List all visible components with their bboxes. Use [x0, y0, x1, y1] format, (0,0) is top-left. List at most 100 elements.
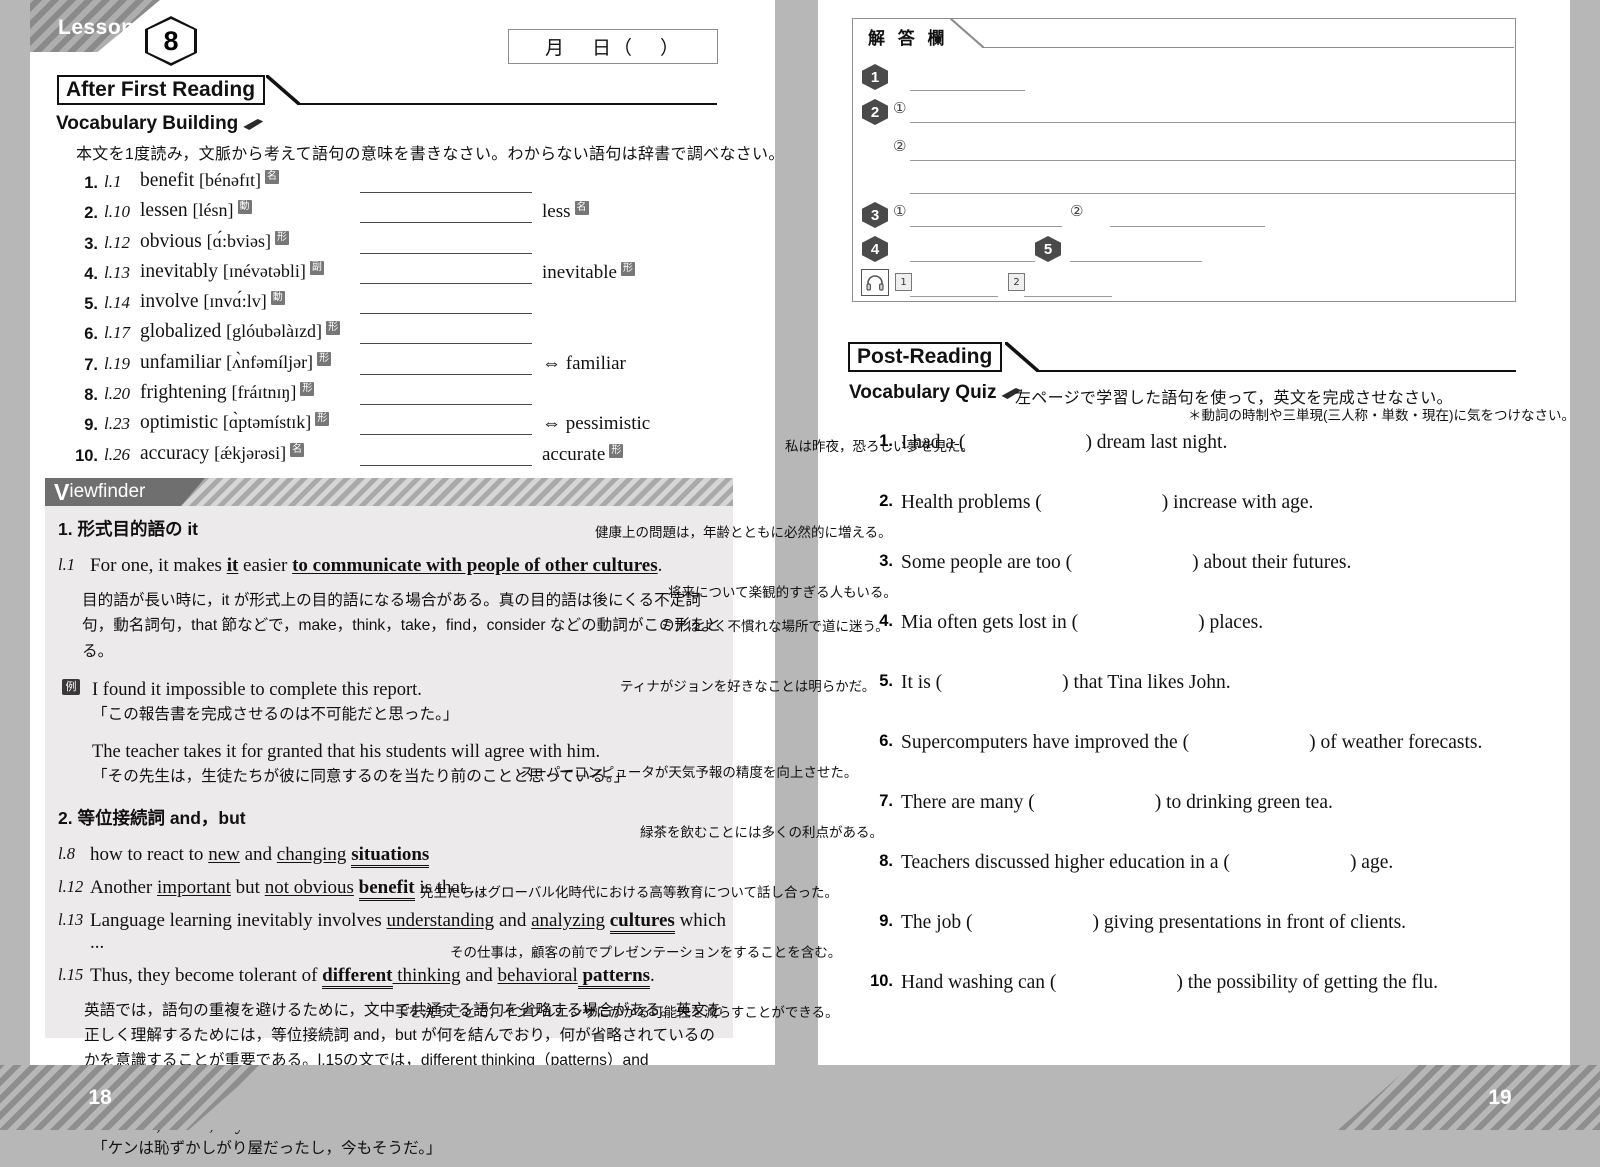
l13-pre: Language learning inevitably involves: [90, 909, 387, 931]
vocabulary-answer-blank[interactable]: [360, 222, 532, 224]
vocabulary-row-extra: ⇔ pessimistic: [542, 413, 650, 435]
sentence-post: ) giving presentations in front of clien…: [1092, 912, 1407, 933]
vocabulary-row-line-ref: l.19: [104, 353, 130, 373]
quiz-row-sentence[interactable]: Health problems () increase with age.: [901, 492, 1313, 514]
listening-line-2[interactable]: [1024, 296, 1112, 297]
word-ipa: [ɪnvɑ́:lv]: [203, 291, 267, 312]
grammar-2-line-8: l.8 how to react to new and changing situ…: [58, 843, 726, 868]
listening-line-1[interactable]: [910, 296, 998, 297]
vocabulary-quiz-label: Vocabulary Quiz: [849, 382, 997, 403]
quiz-row-number: 9.: [879, 912, 893, 930]
grammar-point-1-example-sentence: l.1 For one, it makes it easier to commun…: [58, 555, 726, 577]
answer-line-4[interactable]: [910, 261, 1035, 262]
vocabulary-row-line-ref: l.1: [104, 172, 122, 191]
word-ipa: [fráɪtnɪŋ]: [231, 382, 297, 403]
vocabulary-answer-blank[interactable]: [360, 464, 532, 466]
word-text: inevitably: [140, 260, 218, 282]
vocabulary-building-title: Vocabulary Building: [56, 113, 264, 135]
quiz-row-translation: 先生たちはグローバル化時代における高等教育について話し合った。: [420, 885, 838, 900]
sentence-pre: Hand washing can (: [901, 972, 1057, 993]
quiz-row-sentence[interactable]: Hand washing can ( ) the possibility of g…: [901, 972, 1438, 994]
date-field[interactable]: 月 日（ ）: [508, 29, 718, 64]
part-of-speech-badge: 名: [290, 442, 305, 457]
vocabulary-row-word: globalized [glóubəlàɪzd] 形: [140, 321, 341, 343]
vocabulary-answer-blank[interactable]: [360, 373, 532, 375]
vocabulary-row-line-ref: l.13: [104, 262, 130, 282]
vocabulary-row-line-ref: l.14: [104, 293, 130, 313]
part-of-speech-badge: 形: [315, 412, 330, 427]
quiz-row-translation: ミアはよく不慣れな場所で道に迷う。: [660, 619, 889, 634]
vocabulary-list: 1. l.1 benefit [bénəfɪt] 名 2. l.10 lessen [lés…: [72, 170, 692, 473]
vocabulary-answer-blank[interactable]: [360, 343, 532, 345]
word-text: obvious: [140, 230, 202, 252]
answer-sheet-tab-rule: [982, 46, 1514, 48]
answer-line-2-2b[interactable]: [910, 193, 1515, 194]
answer-line-2-1[interactable]: [910, 122, 1515, 123]
quiz-row-sentence[interactable]: It is () that Tina likes John.: [901, 672, 1231, 694]
vocabulary-quiz-list: 1. I had a () dream last night. 私は昨夜，恐ろしい夢…: [395, 432, 1515, 1032]
quiz-row-sentence[interactable]: The job () giving presentations in front…: [901, 912, 1406, 934]
banner-slant: [1005, 342, 1039, 372]
banner-rule: [300, 103, 717, 105]
quiz-row-sentence[interactable]: Mia often gets lost in () places.: [901, 612, 1263, 634]
vocabulary-row: 7. l.19 unfamiliar [ʌ̀nfəmíljər] 形 ⇔ familia…: [72, 351, 692, 382]
vocabulary-row: 5. l.14 involve [ɪnvɑ́:lv] 動: [72, 291, 692, 321]
vocabulary-row-line-ref: l.26: [104, 444, 130, 464]
vocabulary-row-line-ref: l.17: [104, 323, 130, 343]
answer-line-3-2[interactable]: [1110, 226, 1265, 227]
vocabulary-answer-blank[interactable]: [360, 404, 532, 406]
vocabulary-answer-blank[interactable]: [360, 252, 532, 254]
extra-part-of-speech-badge: 形: [609, 443, 624, 458]
grammar-2-line-15: l.15 Thus, they become tolerant of differ…: [58, 964, 726, 989]
extra-text: accurate: [542, 443, 606, 465]
l12-bold: benefit: [358, 876, 415, 901]
l15-bold2: patterns: [577, 964, 651, 989]
vocabulary-row: 8. l.20 frightening [fráɪtnɪŋ] 形: [72, 382, 692, 412]
l12-pre: Another: [90, 876, 158, 898]
vocabulary-row-number: 10.: [75, 446, 98, 465]
l8-u1b: changing: [276, 843, 347, 865]
workbook-spread: Lesson 8 月 日（ ） After First Reading Voca…: [0, 0, 1600, 1157]
quiz-row-number: 10.: [870, 972, 893, 990]
viewfinder-tab-rest: iewfinder: [69, 481, 146, 502]
vocabulary-row-line-ref: l.23: [104, 414, 130, 434]
quiz-row-sentence[interactable]: Teachers discussed higher education in a…: [901, 852, 1393, 874]
after-first-reading-banner: After First Reading: [57, 75, 717, 105]
date-month-label: 月: [544, 38, 566, 59]
vocabulary-answer-blank[interactable]: [360, 313, 532, 315]
vocabulary-answer-blank[interactable]: [360, 282, 532, 284]
word-ipa: [ɑ̀ptəmístɪk]: [222, 412, 312, 433]
vocabulary-row: 2. l.10 lessen [lésn] 動 less 名: [72, 200, 692, 230]
eg3-japanese: 「ケンは恥ずかしがり屋だったし，今もそうだ。」: [92, 1140, 442, 1158]
quiz-row: 9. The job () giving presentations in fro…: [450, 912, 1515, 972]
word-ipa: [ǽkjərəsi]: [214, 442, 287, 463]
answer-sub-2-2: ②: [893, 137, 907, 155]
vocabulary-answer-blank[interactable]: [360, 192, 532, 193]
vocabulary-row-number: 9.: [84, 416, 98, 435]
word-ipa: [lésn]: [192, 200, 234, 221]
part-of-speech-badge: 形: [326, 321, 341, 336]
vocabulary-answer-blank[interactable]: [360, 434, 532, 436]
headphone-icon: [861, 269, 889, 296]
sentence-post: ) the possibility of getting the flu.: [1176, 972, 1439, 993]
quiz-row-sentence[interactable]: Supercomputers have improved the () of w…: [901, 732, 1482, 754]
quiz-row-translation: 健康上の問題は，年齢とともに必然的に増える。: [595, 525, 892, 540]
quiz-row-sentence[interactable]: There are many () to drinking green tea.: [901, 792, 1333, 814]
quiz-row: 7. There are many () to drinking green te…: [640, 792, 1515, 852]
vocabulary-row-number: 2.: [84, 204, 98, 223]
vocabulary-row: 6. l.17 globalized [glóubəlàɪzd] 形: [72, 321, 692, 351]
answer-line-5[interactable]: [1070, 261, 1202, 262]
quiz-row-translation: 手を洗うことで，インフルエンザにかかる可能性を減らすことができる。: [395, 1005, 839, 1020]
vocabulary-row-number: 7.: [84, 355, 98, 374]
extra-part-of-speech-badge: 形: [620, 261, 635, 276]
sentence-post: ) of weather forecasts.: [1309, 732, 1483, 753]
answer-line-2-2a[interactable]: [910, 160, 1515, 161]
quiz-row: 1. I had a () dream last night. 私は昨夜，恐ろしい夢…: [785, 432, 1515, 492]
part-of-speech-badge: 副: [309, 260, 324, 275]
answer-line-1[interactable]: [910, 90, 1025, 91]
l12-u1b: not obvious: [264, 876, 354, 898]
quiz-row-sentence[interactable]: Some people are too () about their futur…: [901, 552, 1351, 574]
word-text: accuracy: [140, 442, 210, 464]
l13-bold: cultures: [609, 909, 675, 934]
answer-line-3-1[interactable]: [910, 226, 1062, 227]
